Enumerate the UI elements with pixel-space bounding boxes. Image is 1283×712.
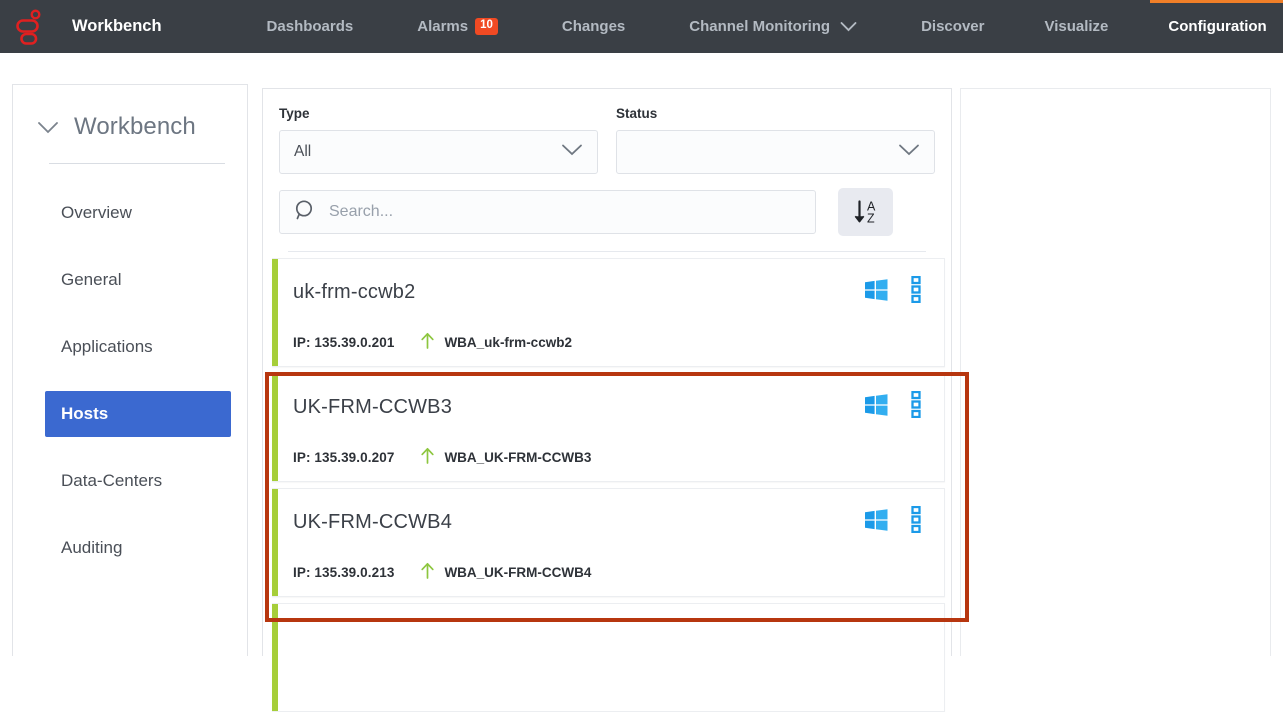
sidebar-item-applications[interactable]: Applications [45, 324, 231, 370]
nav-item-channel-monitoring[interactable]: Channel Monitoring [685, 0, 861, 53]
host-card-header: uk-frm-ccwb2 [272, 259, 944, 308]
host-card-header: UK-FRM-CCWB3 [272, 374, 944, 423]
arrow-up-icon [420, 447, 435, 467]
type-filter: Type All [279, 106, 598, 174]
sidebar: Workbench Overview General Applications … [12, 84, 248, 656]
host-name: uk-frm-ccwb2 [293, 280, 416, 303]
nav-item-label: Channel Monitoring [689, 18, 831, 35]
sidebar-item-label: Applications [61, 337, 153, 356]
chevron-down-icon[interactable] [37, 120, 59, 134]
nav-item-configuration[interactable]: Configuration [1150, 0, 1283, 53]
windows-logo-icon [864, 508, 888, 537]
chevron-down-icon [840, 21, 857, 32]
arrow-up-icon [420, 332, 435, 352]
nav-item-label: Changes [561, 18, 626, 35]
sidebar-item-hosts[interactable]: Hosts [45, 391, 231, 437]
status-filter-select[interactable] [616, 130, 935, 174]
app-logo[interactable] [0, 0, 58, 53]
nav-item-label: Configuration [1168, 18, 1267, 35]
host-wba-label: WBA_UK-FRM-CCWB3 [444, 449, 592, 465]
host-wba-label: WBA_uk-frm-ccwb2 [444, 334, 572, 350]
host-wba: WBA_uk-frm-ccwb2 [420, 332, 572, 352]
hosts-list: uk-frm-ccwb2 IP: 135.39.0.201 WBA_uk-frm… [263, 258, 969, 712]
nav-item-label: Dashboards [266, 18, 354, 35]
type-filter-label: Type [279, 106, 310, 121]
status-filter: Status [616, 106, 935, 174]
arrow-up-icon [420, 562, 435, 582]
host-name: UK-FRM-CCWB4 [293, 510, 453, 533]
host-ip: IP: 135.39.0.213 [293, 564, 395, 580]
search-icon [294, 199, 316, 226]
host-card-actions [864, 275, 922, 308]
chevron-down-icon [898, 143, 920, 161]
sidebar-item-data-centers[interactable]: Data-Centers [45, 458, 231, 504]
sidebar-item-overview[interactable]: Overview [45, 190, 231, 236]
nav-brand-workbench[interactable]: Workbench [68, 0, 166, 53]
type-filter-select[interactable]: All [279, 130, 598, 174]
nav-item-label: Alarms [417, 18, 469, 35]
sidebar-item-label: Hosts [61, 404, 109, 423]
host-card-meta: IP: 135.39.0.207 WBA_UK-FRM-CCWB3 [272, 423, 944, 467]
host-ip: IP: 135.39.0.207 [293, 449, 395, 465]
host-card-header: UK-FRM-CCWB4 [272, 489, 944, 538]
nav-item-label: Discover [921, 18, 985, 35]
host-name: UK-FRM-CCWB3 [293, 395, 453, 418]
search-input[interactable]: Search... [279, 190, 816, 234]
filter-row: Type All Status [279, 106, 935, 174]
filters-section: Type All Status Search... A Z [263, 89, 951, 252]
host-card-header [272, 604, 944, 621]
sidebar-title: Workbench [74, 113, 196, 140]
grid-menu-icon[interactable] [911, 505, 922, 538]
sidebar-item-auditing[interactable]: Auditing [45, 525, 231, 571]
sidebar-item-label: Auditing [61, 538, 123, 557]
host-wba: WBA_UK-FRM-CCWB3 [420, 447, 591, 467]
host-card[interactable]: uk-frm-ccwb2 IP: 135.39.0.201 WBA_uk-frm… [272, 258, 945, 367]
host-card-meta: IP: 135.39.0.213 WBA_UK-FRM-CCWB4 [272, 538, 944, 582]
nav-item-changes[interactable]: Changes [558, 0, 629, 53]
sort-alpha-button[interactable]: A Z [838, 188, 893, 236]
grid-menu-icon[interactable] [911, 390, 922, 423]
sidebar-header[interactable]: Workbench [13, 85, 247, 141]
host-card-meta: IP: 135.39.0.201 WBA_uk-frm-ccwb2 [272, 308, 944, 352]
status-filter-label: Status [616, 106, 658, 121]
filters-divider [288, 251, 926, 252]
host-card[interactable]: UK-FRM-CCWB3 IP: 135.39.0.207 WBA_UK-FRM… [272, 373, 945, 482]
nav-item-visualize[interactable]: Visualize [1040, 0, 1112, 53]
search-placeholder: Search... [329, 203, 394, 220]
sidebar-item-label: General [61, 270, 122, 289]
host-card-actions [864, 505, 922, 538]
host-card[interactable]: UK-FRM-CCWB4 IP: 135.39.0.213 WBA_UK-FRM… [272, 488, 945, 597]
host-wba: WBA_UK-FRM-CCWB4 [420, 562, 591, 582]
sidebar-item-label: Data-Centers [61, 471, 163, 490]
host-ip: IP: 135.39.0.201 [293, 334, 395, 350]
type-filter-value: All [294, 143, 312, 160]
nav-item-alarms[interactable]: Alarms 10 [413, 0, 502, 53]
sidebar-menu: Overview General Applications Hosts Data… [13, 190, 247, 571]
sidebar-divider [49, 163, 225, 164]
svg-text:Z: Z [867, 212, 875, 226]
host-card[interactable] [272, 603, 945, 712]
workbench-logo-icon [16, 9, 41, 45]
detail-panel [960, 88, 1271, 656]
search-row: Search... A Z [279, 188, 935, 236]
alarms-count-badge: 10 [475, 18, 498, 35]
host-card-actions [864, 390, 922, 423]
nav-item-dashboards[interactable]: Dashboards [263, 0, 358, 53]
nav-brand-label: Workbench [72, 17, 162, 35]
top-navigation-bar: Workbench Dashboards Alarms 10 Changes C… [0, 0, 1283, 53]
windows-logo-icon [864, 393, 888, 422]
sort-alpha-down-icon: A Z [854, 200, 876, 226]
hosts-panel: Type All Status Search... A Z uk-frm-ccw… [262, 88, 969, 712]
host-wba-label: WBA_UK-FRM-CCWB4 [444, 564, 592, 580]
sidebar-item-label: Overview [61, 203, 132, 222]
grid-menu-icon[interactable] [911, 275, 922, 308]
nav-item-discover[interactable]: Discover [917, 0, 988, 53]
nav-item-label: Visualize [1044, 18, 1109, 35]
sidebar-item-general[interactable]: General [45, 257, 231, 303]
windows-logo-icon [864, 278, 888, 307]
chevron-down-icon [561, 143, 583, 161]
